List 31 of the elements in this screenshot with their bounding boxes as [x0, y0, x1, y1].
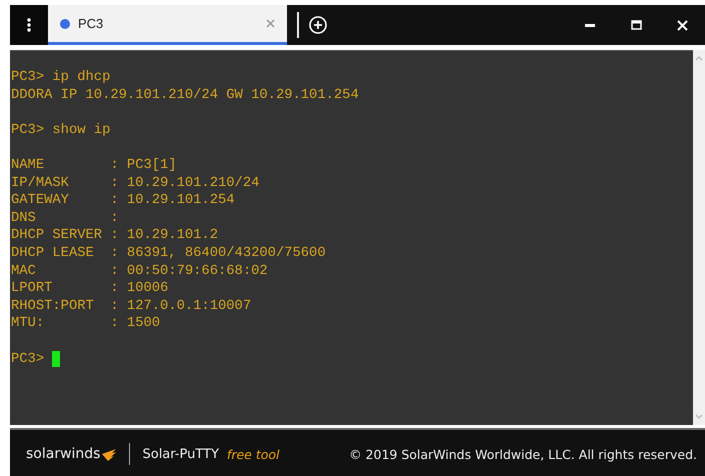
terminal-line: RHOST:PORT : 127.0.0.1:10007	[11, 298, 252, 316]
terminal-line: DHCP SERVER : 10.29.101.2	[11, 227, 218, 245]
edition-label: free tool	[226, 446, 280, 462]
terminal-line: IP/MASK : 10.29.101.210/24	[11, 174, 260, 192]
terminal-line: NAME : PC3[1]	[11, 156, 177, 175]
terminal-line: DHCP LEASE : 86391, 86400/43200/75600	[11, 244, 326, 263]
close-icon	[676, 20, 688, 30]
terminal-line: MTU: : 1500	[11, 315, 160, 333]
minimize-icon	[585, 24, 595, 26]
terminal-line: DNS :	[11, 210, 119, 228]
new-tab-button[interactable]	[309, 16, 327, 34]
terminal-line: LPORT : 10006	[11, 280, 168, 298]
product-name: Solar-PuTTY	[142, 446, 219, 462]
terminal-line: PC3> ip dhcp	[11, 69, 110, 87]
scroll-down-icon[interactable]	[695, 414, 703, 419]
plus-circle-icon	[309, 16, 327, 34]
terminal-line: GATEWAY : 10.29.101.254	[11, 192, 235, 210]
terminal-screen[interactable]	[10, 50, 693, 425]
maximize-icon	[630, 20, 642, 30]
terminal-line: DDORA IP 10.29.101.210/24 GW 10.29.101.254	[11, 86, 359, 104]
terminal-line: PC3> show ip	[11, 122, 110, 140]
menu-icon	[27, 18, 31, 32]
terminal-prompt: PC3>	[11, 350, 44, 368]
scroll-up-icon[interactable]	[695, 56, 703, 61]
flame-icon	[101, 448, 118, 462]
brand-logo-text: solarwinds	[26, 446, 100, 462]
terminal-tab[interactable]: PC3	[48, 5, 287, 45]
close-tab-icon[interactable]	[266, 19, 275, 28]
copyright-text: © 2019 SolarWinds Worldwide, LLC. All rights reserved.	[349, 446, 697, 462]
terminal-line: MAC : 00:50:79:66:68:02	[11, 262, 268, 280]
menu-button[interactable]	[10, 5, 48, 45]
